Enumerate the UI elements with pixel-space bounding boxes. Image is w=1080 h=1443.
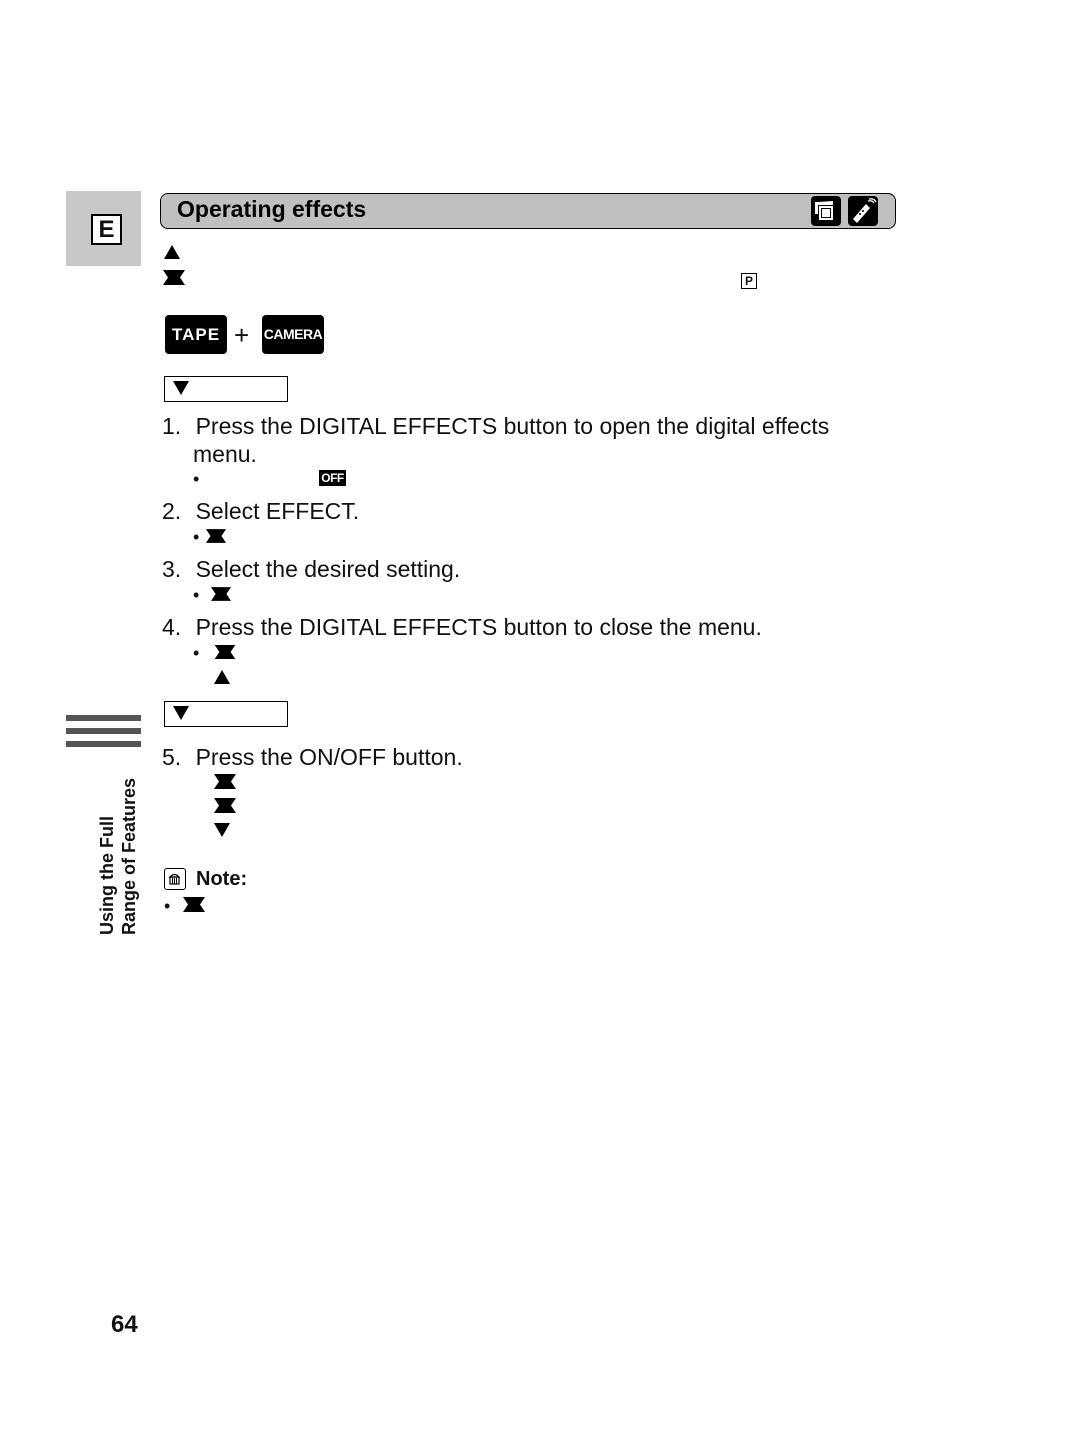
camera-mode-badge: CAMERA [262,315,324,354]
note-icon [164,868,186,890]
off-badge: OFF [319,470,346,486]
chapter-side-label: Using the Full Range of Features [96,778,140,935]
section-box [164,701,288,727]
triangle-down-icon [173,706,189,720]
triangle-up-icon [164,245,180,259]
step-number: 5. [162,744,182,770]
step-2: 2. Select EFFECT. [162,497,359,525]
camcorder-icon [811,196,841,226]
section-box [164,376,288,402]
remote-control-icon [848,196,878,226]
step-number: 3. [162,556,182,582]
hourglass-icon [214,774,236,789]
chapter-label-line-2: Range of Features [119,777,139,935]
bullet: • [193,527,200,547]
step-number: 4. [162,614,182,640]
step-5: 5. Press the ON/OFF button. [162,743,463,771]
bullet: • [193,585,200,605]
chapter-label-line-1: Using the Full [97,816,117,935]
step-text: Press the DIGITAL EFFECTS button to open… [195,413,830,439]
tape-mode-badge: TAPE [165,315,227,354]
plus-sign: + [234,320,250,350]
hourglass-icon [214,798,236,813]
step-number: 1. [162,413,182,439]
triangle-down-icon [173,381,189,395]
step-number: 2. [162,498,182,524]
side-stripe [66,728,141,734]
program-mode-badge: P [741,273,757,289]
hourglass-icon [183,897,205,912]
side-stripe [66,715,141,721]
step-text: Press the DIGITAL EFFECTS button to clos… [195,614,762,640]
hourglass-icon [211,587,231,601]
hourglass-icon [214,645,236,659]
bullet: • [193,469,200,489]
step-text: Select EFFECT. [195,498,360,524]
language-tab-label: E [91,214,122,245]
step-3: 3. Select the desired setting. [162,555,460,583]
page-number: 64 [111,1311,138,1338]
side-stripe [66,741,141,747]
triangle-up-icon [214,670,230,684]
step-4: 4. Press the DIGITAL EFFECTS button to c… [162,613,762,641]
step-text: Press the ON/OFF button. [195,744,463,770]
note-label: Note: [196,868,248,890]
section-title: Operating effects [177,196,367,222]
hourglass-icon [163,270,185,285]
bullet: • [164,896,171,916]
step-text: Select the desired setting. [195,556,461,582]
step-1: 1. Press the DIGITAL EFFECTS button to o… [162,412,829,440]
step-1-continuation: menu. [193,441,257,467]
triangle-down-icon [214,823,230,837]
bullet: • [193,643,200,663]
hourglass-icon [206,529,226,543]
